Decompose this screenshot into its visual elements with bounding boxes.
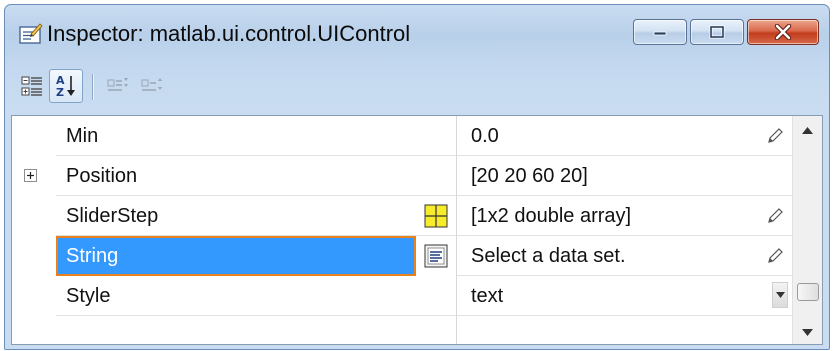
- style-dropdown-button[interactable]: [772, 282, 788, 308]
- empty-row: [12, 316, 792, 344]
- property-name-cell[interactable]: Position: [56, 156, 456, 196]
- property-grid[interactable]: Min 0.0 Position [20 20 60 20] SliderSte…: [11, 115, 823, 345]
- property-name-cell[interactable]: Min: [56, 116, 456, 156]
- sort-alphabetical-icon: A Z: [56, 74, 75, 99]
- sort-alphabetical-button[interactable]: A Z: [49, 69, 83, 103]
- property-value: Select a data set.: [471, 245, 626, 267]
- collapse-all-icon: [141, 78, 162, 91]
- maximize-button[interactable]: [690, 19, 744, 45]
- window-title: Inspector: matlab.ui.control.UIControl: [47, 21, 411, 46]
- property-name: Style: [66, 285, 111, 307]
- property-row-style[interactable]: Style text: [12, 276, 792, 316]
- toolbar: A Z: [5, 63, 829, 115]
- categorized-button[interactable]: [15, 69, 49, 103]
- row-gutter: [12, 196, 56, 236]
- row-gutter: [12, 116, 56, 156]
- column-divider: [456, 316, 457, 344]
- close-button[interactable]: [747, 19, 819, 45]
- property-name: String: [66, 245, 119, 267]
- minimize-button[interactable]: [633, 19, 687, 45]
- property-value-cell[interactable]: text: [457, 276, 792, 316]
- property-row-string[interactable]: String Select a data set.: [12, 236, 792, 276]
- toolbar-separator: [92, 74, 93, 100]
- scroll-down-button[interactable]: [793, 318, 822, 344]
- title-bar[interactable]: Inspector: matlab.ui.control.UIControl: [5, 5, 829, 63]
- property-name-cell[interactable]: String: [56, 236, 416, 276]
- scroll-thumb[interactable]: [797, 283, 819, 301]
- property-value-cell[interactable]: 0.0: [457, 116, 792, 156]
- expand-all-icon: [107, 78, 128, 91]
- row-gutter: [12, 236, 56, 276]
- pencil-icon[interactable]: [766, 247, 784, 265]
- property-name: Min: [66, 125, 99, 147]
- vertical-scrollbar[interactable]: [792, 116, 822, 344]
- categorized-icon: [21, 76, 42, 96]
- property-name: SliderStep: [66, 205, 159, 227]
- row-gutter: [12, 156, 56, 196]
- expand-toggle[interactable]: [24, 169, 37, 182]
- inspector-window: Inspector: matlab.ui.control.UIControl A…: [4, 4, 830, 350]
- property-value-cell[interactable]: [1x2 double array]: [457, 196, 792, 236]
- property-name-cell[interactable]: Style: [56, 276, 456, 316]
- pencil-icon[interactable]: [766, 127, 784, 145]
- property-value: 0.0: [471, 125, 499, 147]
- row-gutter: [12, 276, 56, 316]
- text-editor-button[interactable]: [416, 236, 456, 276]
- minimize-icon: [653, 31, 667, 36]
- plus-icon: [27, 172, 34, 179]
- svg-text:Z: Z: [56, 86, 64, 99]
- arrow-down-icon: [802, 328, 813, 336]
- row-gutter: [12, 316, 56, 344]
- property-value: [1x2 double array]: [471, 205, 632, 227]
- arrow-up-icon: [802, 126, 813, 134]
- pencil-icon[interactable]: [766, 207, 784, 225]
- collapse-all-button[interactable]: [135, 69, 169, 103]
- array-editor-button[interactable]: [416, 196, 456, 236]
- text-editor-icon: [424, 244, 448, 268]
- property-value: [20 20 60 20]: [471, 165, 588, 187]
- property-row-position[interactable]: Position [20 20 60 20]: [12, 156, 792, 196]
- close-icon: [774, 24, 792, 40]
- property-name: Position: [66, 165, 138, 187]
- property-row-sliderstep[interactable]: SliderStep [1x2 double array]: [12, 196, 792, 236]
- property-value-cell[interactable]: [20 20 60 20]: [457, 156, 792, 196]
- property-value-cell[interactable]: Select a data set.: [457, 236, 792, 276]
- property-value: text: [471, 285, 504, 307]
- maximize-icon: [709, 25, 725, 39]
- array-editor-icon: [424, 204, 448, 228]
- property-name-cell[interactable]: SliderStep: [56, 196, 456, 236]
- dropdown-icon: [775, 292, 785, 298]
- inspector-icon: [19, 23, 43, 44]
- property-row-min[interactable]: Min 0.0: [12, 116, 792, 156]
- scroll-up-button[interactable]: [793, 116, 822, 144]
- expand-all-button[interactable]: [101, 69, 135, 103]
